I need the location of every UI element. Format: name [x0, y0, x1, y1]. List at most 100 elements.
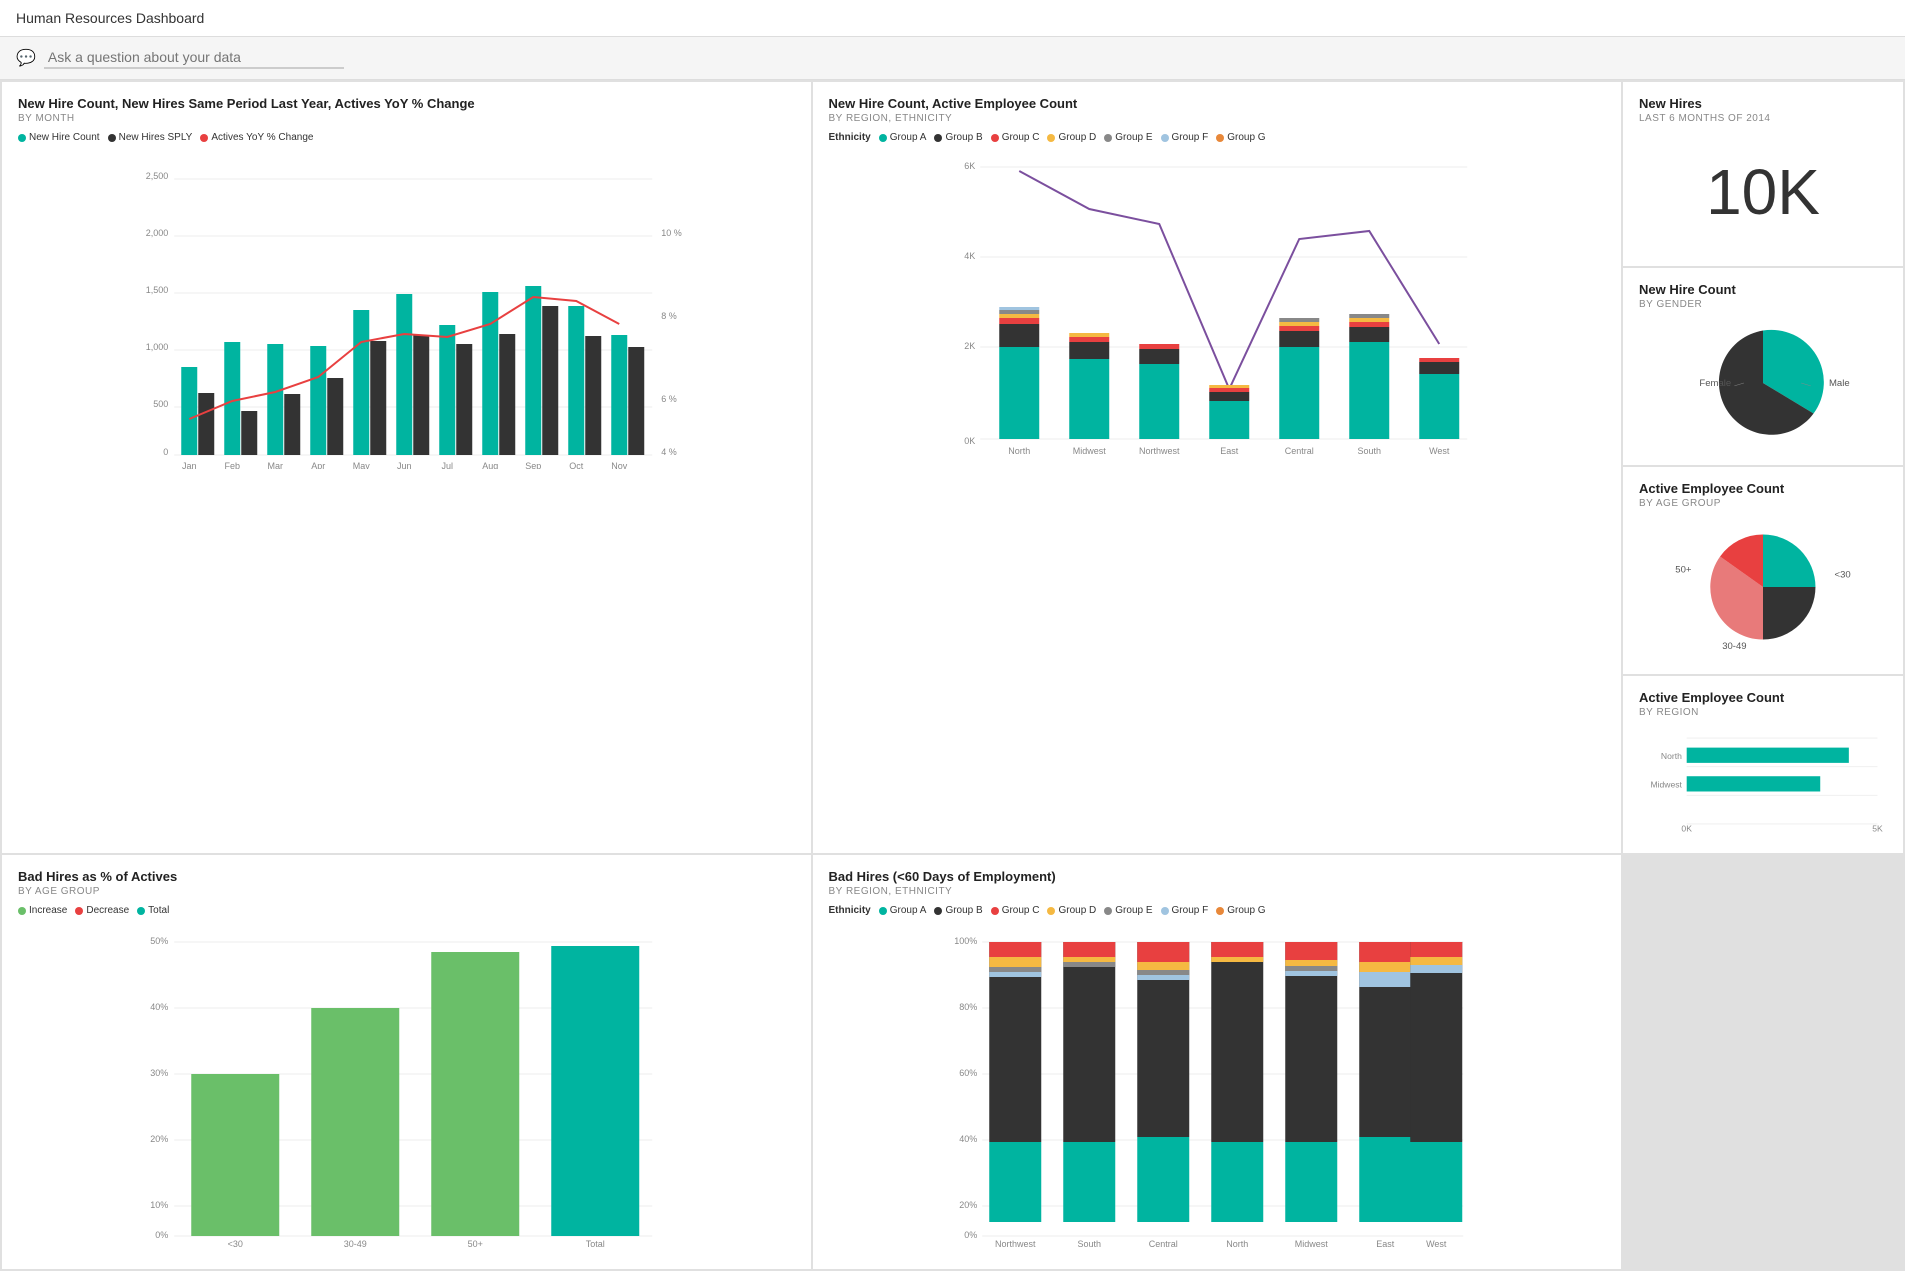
legend-dot	[991, 907, 999, 915]
svg-text:Central: Central	[1284, 446, 1313, 456]
legend-increase: Increase	[18, 905, 67, 916]
card-title: New Hire Count, New Hires Same Period La…	[18, 96, 795, 111]
svg-text:Mar: Mar	[268, 461, 284, 469]
svg-text:Midwest: Midwest	[1650, 780, 1682, 790]
svg-text:1,500: 1,500	[146, 285, 169, 295]
legend-group-g: Group G	[1216, 132, 1265, 143]
svg-text:May: May	[353, 461, 371, 469]
legend-label: New Hires SPLY	[119, 132, 193, 143]
svg-text:2,000: 2,000	[146, 228, 169, 238]
svg-text:South: South	[1077, 1239, 1101, 1249]
svg-text:East: East	[1220, 446, 1239, 456]
card-title: New Hires	[1639, 96, 1887, 111]
svg-text:50%: 50%	[150, 936, 168, 946]
svg-text:Aug: Aug	[482, 461, 498, 469]
svg-text:Central: Central	[1148, 1239, 1177, 1249]
legend-dot	[1047, 134, 1055, 142]
svg-text:60%: 60%	[959, 1068, 977, 1078]
bar-chart-bad-hires-pct: 50% 40% 30% 20% 10% 0%	[18, 922, 795, 1255]
legend-group-e: Group E	[1104, 905, 1152, 916]
svg-text:50+: 50+	[1675, 565, 1692, 576]
bar-chart-new-hire-month: 2,500 2,000 1,500 1,000 500 0 10 % 8 % 6…	[18, 149, 795, 472]
card-active-employee-region: Active Employee Count BY REGION North Mi…	[1623, 676, 1903, 853]
legend-dot	[934, 134, 942, 142]
card-subtitle: LAST 6 MONTHS OF 2014	[1639, 113, 1887, 124]
card-new-hire-gender: New Hire Count BY GENDER Female Male	[1623, 268, 1903, 465]
svg-text:5K: 5K	[1872, 824, 1883, 834]
qa-bar[interactable]: 💬	[0, 37, 1905, 80]
svg-text:East: East	[1376, 1239, 1395, 1249]
legend-group-b: Group B	[934, 905, 982, 916]
legend-label: Actives YoY % Change	[211, 132, 313, 143]
svg-text:0: 0	[163, 447, 168, 457]
legend-dot	[1216, 134, 1224, 142]
card-title: Active Employee Count	[1639, 481, 1887, 496]
legend-decrease: Decrease	[75, 905, 129, 916]
svg-text:2,500: 2,500	[146, 171, 169, 181]
legend-dot-teal	[18, 134, 26, 142]
legend-dot	[1216, 907, 1224, 915]
legend-label: New Hire Count	[29, 132, 100, 143]
legend-group-g: Group G	[1216, 905, 1265, 916]
svg-text:0%: 0%	[155, 1230, 168, 1240]
ethnicity-legend: Ethnicity Group A Group B Group C Group …	[829, 132, 1606, 143]
legend-group-f: Group F	[1161, 905, 1209, 916]
legend-group-b: Group B	[934, 132, 982, 143]
pie-chart-age: 50+ <30 30-49	[1639, 517, 1887, 660]
svg-text:<30: <30	[1835, 569, 1851, 580]
app-title: Human Resources Dashboard	[16, 10, 204, 26]
app-title-bar: Human Resources Dashboard	[0, 0, 1905, 37]
svg-text:Midwest: Midwest	[1294, 1239, 1328, 1249]
card-subtitle: BY AGE GROUP	[1639, 498, 1887, 509]
svg-text:North: North	[1226, 1239, 1248, 1249]
svg-text:North: North	[1008, 446, 1030, 456]
dashboard: New Hire Count, New Hires Same Period La…	[0, 80, 1905, 1271]
svg-text:Total: Total	[586, 1239, 605, 1249]
svg-text:Male: Male	[1829, 378, 1850, 389]
legend-dot-dark	[108, 134, 116, 142]
card-subtitle: BY REGION, ETHNICITY	[829, 113, 1606, 124]
legend-dot	[879, 134, 887, 142]
qa-input[interactable]	[44, 47, 344, 69]
legend-group-c: Group C	[991, 905, 1040, 916]
svg-text:30-49: 30-49	[344, 1239, 367, 1249]
svg-text:North: North	[1661, 751, 1682, 761]
card-subtitle: BY REGION	[1639, 707, 1887, 718]
legend-group-c: Group C	[991, 132, 1040, 143]
ethnicity-legend: Ethnicity Group A Group B Group C Group …	[829, 905, 1606, 916]
card-subtitle: BY MONTH	[18, 113, 795, 124]
card-subtitle: BY GENDER	[1639, 299, 1887, 310]
right-panel-top: New Hires LAST 6 MONTHS OF 2014 10K New …	[1623, 82, 1903, 853]
card-subtitle: BY AGE GROUP	[18, 886, 795, 897]
svg-text:Jun: Jun	[397, 461, 412, 469]
chart-legend: Increase Decrease Total	[18, 905, 795, 916]
legend-actives-yoy: Actives YoY % Change	[200, 132, 313, 143]
stacked-bar-chart-region: 6K 4K 2K 0K	[829, 149, 1606, 472]
svg-text:<30: <30	[228, 1239, 243, 1249]
card-new-hire-region: New Hire Count, Active Employee Count BY…	[813, 82, 1622, 853]
svg-text:6K: 6K	[964, 161, 975, 171]
chart-legend: New Hire Count New Hires SPLY Actives Yo…	[18, 132, 795, 143]
svg-text:30-49: 30-49	[1722, 641, 1746, 652]
legend-group-d: Group D	[1047, 905, 1096, 916]
legend-dot	[991, 134, 999, 142]
legend-label: Increase	[29, 905, 67, 916]
legend-dot	[1161, 907, 1169, 915]
card-new-hires-10k: New Hires LAST 6 MONTHS OF 2014 10K	[1623, 82, 1903, 266]
card-subtitle: BY REGION, ETHNICITY	[829, 886, 1606, 897]
svg-text:Northwest: Northwest	[994, 1239, 1035, 1249]
legend-dot-red	[75, 907, 83, 915]
svg-text:30%: 30%	[150, 1068, 168, 1078]
ethnicity-label: Ethnicity	[829, 905, 871, 916]
svg-text:10%: 10%	[150, 1200, 168, 1210]
card-title: Active Employee Count	[1639, 690, 1887, 705]
svg-text:Sep: Sep	[525, 461, 541, 469]
svg-text:2K: 2K	[964, 341, 975, 351]
legend-group-e: Group E	[1104, 132, 1152, 143]
legend-dot-red	[200, 134, 208, 142]
card-new-hire-by-month: New Hire Count, New Hires Same Period La…	[2, 82, 811, 853]
svg-text:6 %: 6 %	[661, 394, 677, 404]
qa-icon: 💬	[16, 48, 36, 68]
horizontal-bar-chart-region: North Midwest 0K 5K	[1639, 726, 1887, 839]
svg-text:Apr: Apr	[311, 461, 325, 469]
